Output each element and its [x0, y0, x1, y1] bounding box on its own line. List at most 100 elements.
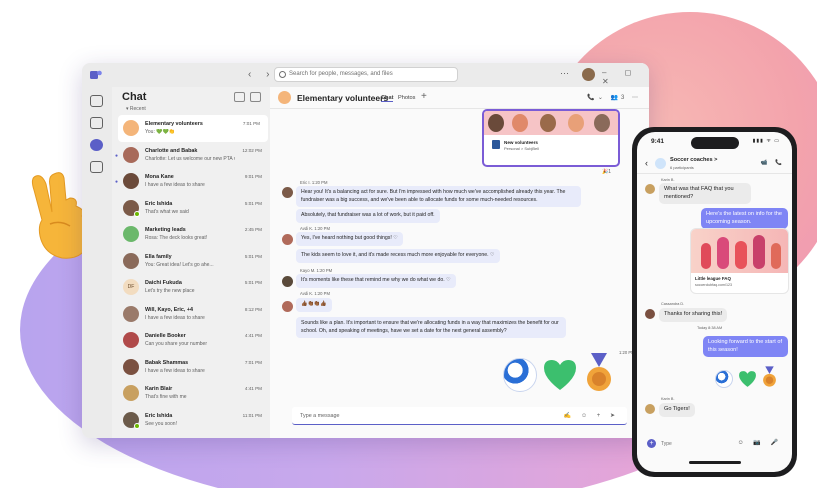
- window-controls[interactable]: – ◻ ✕: [602, 68, 649, 86]
- search-icon: [279, 71, 286, 78]
- sender-avatar[interactable]: [282, 301, 293, 312]
- communities-icon[interactable]: [90, 117, 103, 129]
- chat-list-item[interactable]: Danielle Booker Can you share your number…: [112, 327, 270, 354]
- message-bubble[interactable]: Absolutely, that fundraiser was a lot of…: [296, 209, 440, 223]
- recent-label[interactable]: ▾ Recent: [126, 106, 146, 112]
- chat-name: Will, Kayo, Eric, +4: [145, 306, 194, 313]
- chat-name: Babak Shammas: [145, 359, 189, 366]
- message-meta: Cassandra D.: [661, 302, 685, 306]
- chat-time: 4:41 PM: [244, 333, 262, 338]
- reaction-badge[interactable]: 🎉1: [602, 169, 611, 175]
- chat-preview: I have a few ideas to share: [145, 314, 205, 321]
- chat-name: Marketing leads: [145, 227, 186, 233]
- chat-name: Danielle Booker: [145, 333, 186, 339]
- profile-avatar[interactable]: [582, 68, 595, 81]
- add-tab-button[interactable]: +: [421, 91, 427, 102]
- message-bubble[interactable]: Sounds like a plan. It's important to en…: [296, 317, 566, 339]
- chat-time: 11:01 PM: [242, 412, 262, 418]
- unread-dot-icon: ●: [115, 152, 119, 159]
- chat-time: 4:41 PM: [244, 386, 262, 391]
- message-bubble[interactable]: The kids seem to love it, and it's made …: [296, 249, 500, 263]
- message-bubble[interactable]: Looking forward to the start of this sea…: [703, 336, 788, 358]
- chat-list-item[interactable]: Will, Kayo, Eric, +4 I have a few ideas t…: [112, 301, 270, 328]
- filter-icon[interactable]: [234, 92, 245, 102]
- sender-avatar[interactable]: [282, 276, 293, 287]
- chat-list-item[interactable]: Elementary volunteers You: 💚💚👏 7:01 PM: [118, 115, 268, 142]
- chat-preview: That's fine with me: [145, 394, 187, 400]
- compose-actions[interactable]: ✍ ☺ + ➤: [564, 412, 619, 419]
- avatar: [123, 173, 139, 189]
- message-bubble[interactable]: Thanks for sharing this!: [659, 308, 728, 322]
- chat-time: 5:01 PM: [244, 200, 262, 206]
- dynamic-island: [691, 137, 739, 149]
- chat-list-item[interactable]: Karin Blair That's fine with me 4:41 PM: [112, 380, 270, 407]
- message-meta: Karin B.: [661, 178, 675, 182]
- sender-avatar[interactable]: [282, 187, 293, 198]
- soccer-ball-icon: [715, 370, 733, 388]
- card-image: [484, 111, 618, 135]
- medal-icon: [763, 366, 776, 387]
- card-title: Little league FAQ: [695, 276, 731, 281]
- message-bubble[interactable]: Yes, I've heard nothing but good things!…: [296, 232, 403, 246]
- group-name[interactable]: Elementary volunteers: [297, 93, 388, 103]
- message-bubble[interactable]: It's moments like these that remind me w…: [296, 274, 456, 288]
- sender-avatar[interactable]: [645, 184, 655, 194]
- card-subtitle: Personal > SubjBell: [504, 146, 540, 151]
- search-input[interactable]: Search for people, messages, and files: [274, 67, 458, 82]
- chat-time: 2:45 PM: [244, 227, 262, 232]
- message-bubble[interactable]: 👍🏾👏🏾👏🏾👍🏾: [296, 298, 332, 312]
- message-bubble[interactable]: Here's the latest on info for the upcomi…: [701, 208, 788, 230]
- presence-icon: [134, 422, 140, 429]
- calendar-icon[interactable]: [90, 161, 103, 173]
- chat-list-item[interactable]: ● Mona Kane I have a few ideas to share 9:0…: [112, 168, 270, 195]
- message-bubble[interactable]: Go Tigers!: [659, 403, 695, 417]
- chat-list-item[interactable]: Babak Shammas I have a few ideas to share…: [112, 354, 270, 381]
- chat-list-item[interactable]: Eric Ishida That's what we said 5:01 PM: [112, 195, 270, 222]
- back-chevron-icon[interactable]: ‹: [645, 158, 648, 168]
- tab-photos[interactable]: Photos: [398, 95, 415, 101]
- chat-preview: Rosa: The deck looks great!: [145, 235, 208, 241]
- tab-chat[interactable]: Chat: [381, 95, 394, 102]
- avatar: [123, 120, 139, 136]
- chat-time: 5:01 PM: [244, 280, 262, 285]
- chat-list-item[interactable]: ● Charlotte and Babak Charlotte: Let us we…: [112, 142, 270, 169]
- stage: ‹ › Search for people, messages, and fil…: [0, 0, 817, 488]
- sender-avatar[interactable]: [282, 234, 293, 245]
- phone-status-icons: ▮▮▮ ᯤ ▭: [752, 138, 780, 144]
- chat-list-item[interactable]: DF Daichi Fukuda Let's try the new place 5:…: [112, 274, 270, 301]
- group-avatar[interactable]: [278, 91, 291, 104]
- header-actions[interactable]: 📞⌄ 👥3 ⋯: [587, 94, 641, 101]
- avatar: [123, 146, 139, 163]
- message-meta: Avdi K. 1:20 PM: [300, 226, 330, 231]
- shared-file-card[interactable]: New volunteers Personal > SubjBell: [482, 109, 620, 167]
- chat-icon[interactable]: [90, 139, 103, 151]
- chat-list-item[interactable]: Eric Ishida See you soon! 11:01 PM: [112, 407, 270, 434]
- chat-name: Eric Ishida: [145, 412, 173, 419]
- sender-avatar[interactable]: [645, 404, 655, 414]
- link-preview-card[interactable]: Little league FAQ soccerclubfaq.com/123: [691, 229, 788, 293]
- new-chat-icon[interactable]: [250, 92, 261, 102]
- message-compose-input[interactable]: Type a message ✍ ☺ + ➤: [292, 407, 627, 425]
- sender-avatar[interactable]: [645, 309, 655, 319]
- message-meta: Karin B.: [661, 397, 675, 401]
- chat-preview: You: Great idea! Let's go ahe...: [145, 261, 214, 268]
- avatar: [123, 252, 139, 269]
- chat-time: 5:01 PM: [244, 253, 262, 259]
- phone-header-actions[interactable]: 📹 📞: [761, 160, 785, 166]
- chat-time: 12:02 PM: [242, 147, 262, 153]
- message-bubble[interactable]: What was that FAQ that you mentioned?: [659, 183, 751, 205]
- chat-name: Daichi Fukuda: [145, 280, 182, 286]
- group-avatar[interactable]: [655, 158, 666, 169]
- chat-main: Elementary volunteers Chat Photos + 📞⌄ 👥…: [270, 87, 649, 438]
- chat-list-item[interactable]: Ella family You: Great idea! Let's go ahe…: [112, 248, 270, 275]
- nav-arrows[interactable]: ‹ ›: [248, 69, 275, 80]
- soccer-ball-icon: [503, 358, 537, 392]
- green-heart-icon: [544, 360, 576, 390]
- activity-bell-icon[interactable]: [90, 95, 103, 107]
- app-rail: [82, 87, 112, 438]
- chat-list-item[interactable]: Marketing leads Rosa: The deck looks grea…: [112, 221, 270, 248]
- phone-compose-actions[interactable]: ☺ 📷 🎤: [738, 439, 782, 446]
- phone-chat-name[interactable]: Soccer coaches >: [670, 157, 717, 163]
- more-icon[interactable]: ⋯: [560, 68, 569, 79]
- message-bubble[interactable]: Hear you! It's a balancing act for sure.…: [296, 186, 581, 208]
